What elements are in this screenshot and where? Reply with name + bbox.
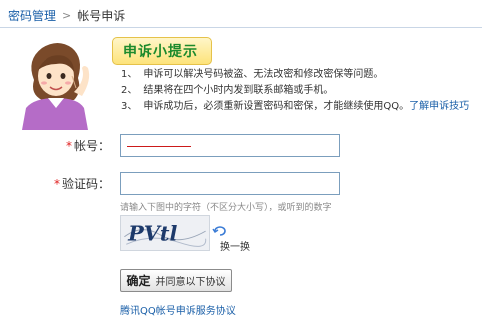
tips-list: 1、 申诉可以解决号码被盗、无法改密和修改密保等问题。 2、 结果将在四个小时内发到… bbox=[121, 67, 481, 115]
submit-button-label: 确定 bbox=[126, 274, 151, 288]
tip-number: 2、 bbox=[121, 85, 138, 96]
captcha-input[interactable] bbox=[121, 173, 339, 194]
captcha-label-text: 验证码： bbox=[61, 177, 110, 191]
tips-header: 申诉小提示 bbox=[112, 37, 212, 65]
breadcrumb-current-page: 帐号申诉 bbox=[77, 8, 126, 23]
account-redaction-strike bbox=[127, 146, 191, 147]
breadcrumb-link-password-management[interactable]: 密码管理 bbox=[8, 7, 56, 24]
tip-item: 3、 申诉成功后，必须重新设置密码和密保，才能继续使用QQ。了解申诉技巧 bbox=[121, 99, 481, 115]
cartoon-girl-avatar bbox=[22, 43, 90, 130]
refresh-icon[interactable] bbox=[212, 225, 228, 237]
captcha-characters: PVtl bbox=[127, 221, 177, 246]
account-required-mark: * bbox=[65, 139, 72, 153]
account-label-text: 帐号： bbox=[73, 139, 110, 153]
tip-item: 1、 申诉可以解决号码被盗、无法改密和修改密保等问题。 bbox=[121, 67, 481, 83]
tip-number: 3、 bbox=[121, 101, 138, 112]
submit-button-sublabel: 并同意以下协议 bbox=[155, 277, 226, 288]
refresh-captcha-link[interactable]: 换一换 bbox=[220, 238, 250, 253]
tip-text: 申诉成功后，必须重新设置密码和密保，才能继续使用QQ。 bbox=[143, 101, 410, 112]
tip-item: 2、 结果将在四个小时内发到联系邮箱或手机。 bbox=[121, 83, 481, 99]
service-agreement-link[interactable]: 腾讯QQ帐号申诉服务协议 bbox=[120, 302, 236, 317]
tip-text: 申诉可以解决号码被盗、无法改密和修改密保等问题。 bbox=[143, 69, 384, 80]
captcha-image[interactable]: PVtl bbox=[120, 215, 210, 251]
account-field[interactable] bbox=[120, 134, 340, 157]
captcha-label: * 验证码： bbox=[54, 173, 110, 195]
header-divider bbox=[0, 27, 482, 28]
tips-title: 申诉小提示 bbox=[123, 44, 198, 60]
tip-text: 结果将在四个小时内发到联系邮箱或手机。 bbox=[143, 85, 334, 96]
captcha-required-mark: * bbox=[53, 177, 60, 191]
account-label: * 帐号： bbox=[66, 135, 110, 157]
breadcrumb-separator: > bbox=[62, 8, 72, 22]
submit-button[interactable]: 确定 并同意以下协议 bbox=[120, 269, 232, 292]
captcha-hint: 请输入下图中的字符（不区分大小写），或听到的数字 bbox=[120, 203, 332, 213]
tip-number: 1、 bbox=[121, 69, 138, 80]
captcha-field[interactable] bbox=[120, 172, 340, 195]
breadcrumb: 密码管理 > 帐号申诉 bbox=[8, 5, 125, 25]
appeal-tips-link[interactable]: 了解申诉技巧 bbox=[409, 101, 469, 112]
